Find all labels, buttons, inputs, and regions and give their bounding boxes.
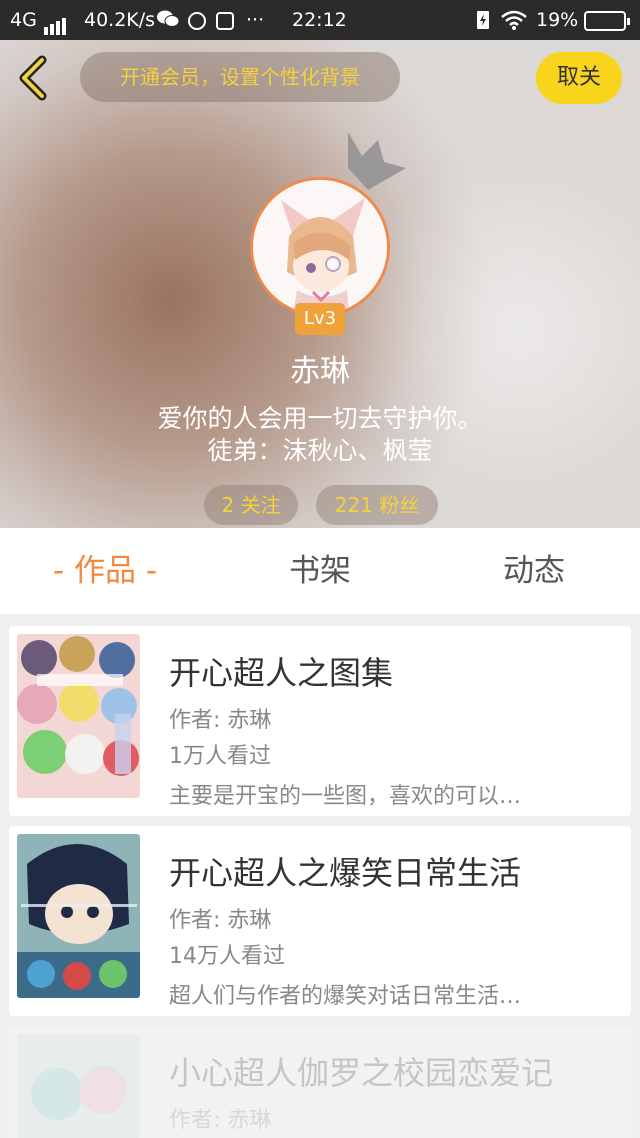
tab-works[interactable]: - 作品 -: [30, 528, 180, 614]
browser-icon: [188, 8, 206, 32]
work-cover-image: [17, 834, 140, 998]
charging-sim-icon: [476, 10, 490, 36]
work-card[interactable]: 开心超人之图集 作者: 赤琳 1万人看过 主要是开宝的一些图，喜欢的可以…: [9, 626, 631, 816]
work-views: 14万人看过: [169, 944, 285, 969]
wifi-icon: [500, 9, 528, 37]
work-cover-image: [17, 1034, 140, 1138]
level-badge: Lv3: [295, 303, 345, 335]
work-author: 作者: 赤琳: [169, 908, 272, 933]
chevron-left-icon: [19, 55, 47, 101]
work-description: 超人们与作者的爆笑对话日常生活…: [169, 984, 522, 1009]
user-bio: 爱你的人会用一切去守护你。: [157, 404, 483, 433]
work-title: 开心超人之爆笑日常生活: [169, 854, 522, 892]
user-nickname: 赤琳: [290, 354, 350, 389]
profile-tabs: - 作品 - 书架 动态: [0, 528, 640, 614]
work-card[interactable]: 小心超人伽罗之校园恋爱记 作者: 赤琳: [9, 1026, 631, 1138]
work-title: 小心超人伽罗之校园恋爱记: [169, 1054, 554, 1092]
battery-percent: 19%: [536, 9, 579, 31]
following-count[interactable]: 2 关注: [204, 485, 298, 525]
avatar-image: [253, 180, 387, 314]
more-notifications-icon: ···: [246, 9, 265, 31]
network-speed: 40.2K/s: [84, 9, 156, 31]
wechat-icon: [156, 8, 180, 36]
tab-bookshelf[interactable]: 书架: [250, 528, 390, 614]
work-author: 作者: 赤琳: [169, 708, 272, 733]
user-disciples: 徒弟：沫秋心、枫莹: [207, 436, 433, 465]
work-title: 开心超人之图集: [169, 654, 394, 692]
profile-header: 开通会员，设置个性化背景 取关 Lv3 赤琳 爱你的人会用一切去守护你。 徒弟：…: [0, 40, 640, 528]
signal-icon: [44, 11, 68, 35]
avatar[interactable]: [250, 177, 390, 317]
back-button[interactable]: [10, 52, 58, 104]
followers-count[interactable]: 221 粉丝: [316, 485, 438, 525]
battery-icon: [584, 8, 630, 32]
clock: 22:12: [292, 9, 347, 31]
video-icon: [216, 8, 234, 32]
unfollow-button[interactable]: 取关: [536, 52, 622, 104]
work-author: 作者: 赤琳: [169, 1108, 272, 1133]
vip-background-prompt[interactable]: 开通会员，设置个性化背景: [80, 52, 400, 102]
status-bar: 4G 40.2K/s ··· 22:12 19%: [0, 0, 640, 40]
work-views: 1万人看过: [169, 744, 271, 769]
work-card[interactable]: 开心超人之爆笑日常生活 作者: 赤琳 14万人看过 超人们与作者的爆笑对话日常生…: [9, 826, 631, 1016]
work-description: 主要是开宝的一些图，喜欢的可以…: [169, 784, 522, 809]
tab-activity[interactable]: 动态: [464, 528, 604, 614]
work-cover-image: [17, 634, 140, 798]
network-type: 4G: [10, 9, 37, 31]
